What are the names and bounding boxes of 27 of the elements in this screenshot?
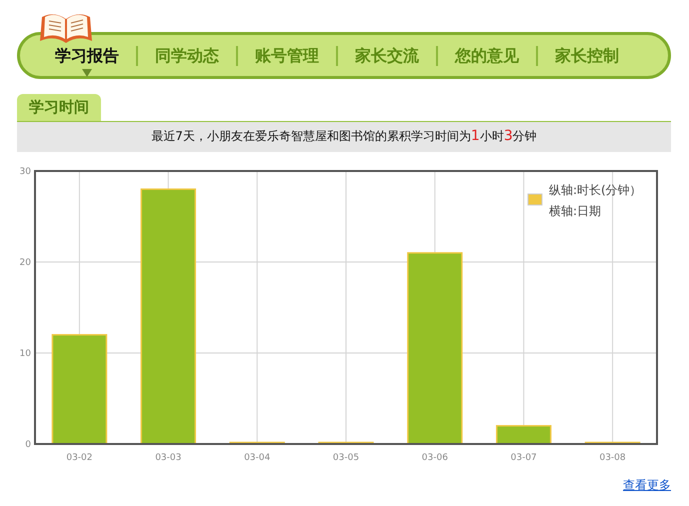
legend-text: 横轴:日期 [549, 204, 602, 218]
more-link[interactable]: 查看更多 [623, 476, 671, 494]
pointer-triangle-icon [82, 68, 92, 76]
axis-tick-label: 03-08 [600, 452, 626, 462]
bar [229, 441, 285, 444]
axis-tick-label: 0 [25, 440, 31, 450]
axis-tick-label: 03-07 [510, 452, 537, 462]
axis-tick-label: 10 [20, 348, 31, 358]
axis-tick-label: 03-03 [155, 452, 182, 462]
bar [318, 441, 374, 444]
nav-tab[interactable]: 您的意见 [438, 44, 536, 66]
nav-tab[interactable]: 账号管理 [238, 44, 336, 66]
axis-tick-label: 03-05 [332, 452, 360, 462]
nav-tab[interactable]: 家长交流 [338, 44, 436, 66]
axis-tick-label: 30 [20, 166, 31, 176]
legend-swatch [528, 193, 542, 205]
bar [584, 441, 640, 444]
nav-tab[interactable]: 家长控制 [538, 44, 636, 66]
summary-text: 最近7天，小朋友在爱乐奇智慧屋和图书馆的累积学习时间为1小时3分钟 [151, 127, 537, 146]
axis-tick-label: 03-06 [422, 452, 448, 462]
legend-text: 纵轴:时长(分钟） [549, 182, 642, 196]
axis-tick-label: 03-04 [244, 452, 270, 462]
nav-tab[interactable]: 学习报告 [38, 44, 136, 66]
bar [496, 424, 552, 444]
axis-tick-label: 20 [20, 258, 31, 268]
nav-tab[interactable]: 同学动态 [138, 44, 236, 66]
axis-tick-label: 03-02 [66, 452, 92, 462]
